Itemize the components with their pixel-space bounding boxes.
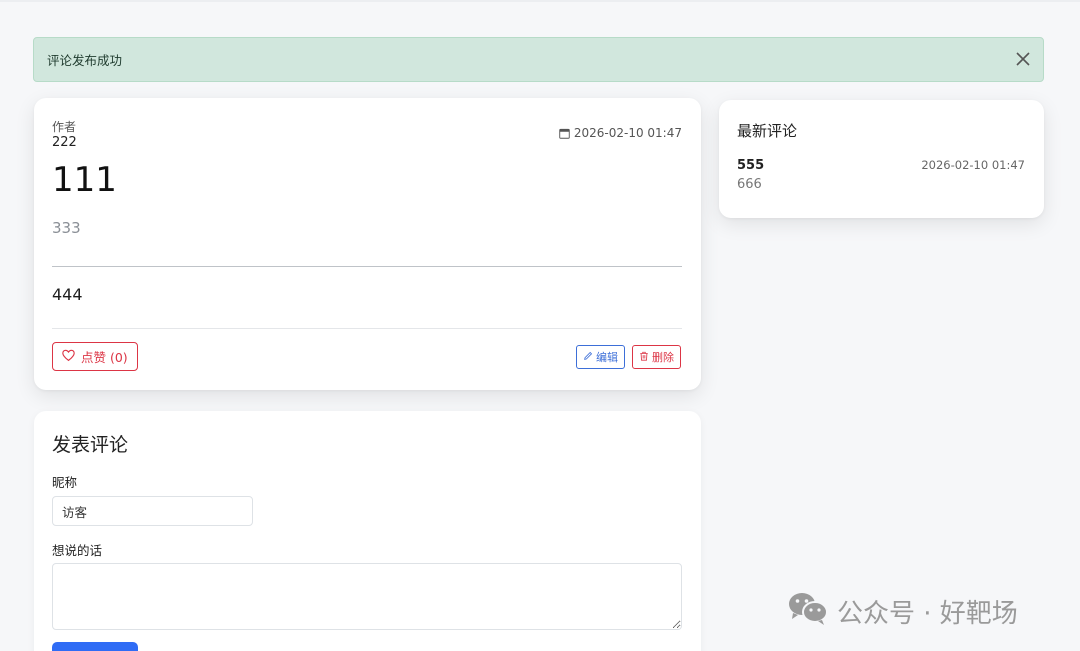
watermark: 公众号 · 好靶场: [787, 590, 1018, 633]
divider: [52, 328, 682, 329]
post-date: 2026-02-10 01:47: [559, 126, 682, 140]
comment-content: 666: [737, 177, 762, 192]
wechat-icon: [787, 590, 829, 633]
nickname-label: 昵称: [52, 475, 78, 490]
edit-label: 编辑: [596, 351, 618, 364]
like-label: 点赞 (0): [81, 350, 128, 365]
alert-message: 评论发布成功: [47, 53, 123, 68]
nickname-input[interactable]: [52, 496, 253, 526]
top-border: [0, 0, 1080, 2]
message-textarea[interactable]: [52, 563, 682, 630]
comment-date: 2026-02-10 01:47: [921, 158, 1025, 172]
trash-icon: [639, 351, 649, 364]
delete-label: 删除: [652, 351, 674, 364]
submit-button[interactable]: [52, 642, 138, 651]
latest-comments-card: 最新评论 555 2026-02-10 01:47 666: [719, 100, 1044, 218]
author-value: 222: [52, 135, 77, 150]
close-icon[interactable]: [1015, 51, 1031, 67]
watermark-text: 公众号 · 好靶场: [837, 599, 1018, 629]
comment-author: 555: [737, 158, 765, 173]
post-title: 111: [52, 160, 117, 200]
post-subtitle: 333: [52, 219, 81, 237]
calendar-icon: [559, 128, 570, 139]
comment-form-title: 发表评论: [52, 434, 129, 456]
edit-button[interactable]: 编辑: [576, 345, 625, 369]
latest-comments-title: 最新评论: [737, 122, 798, 140]
delete-button[interactable]: 删除: [632, 345, 681, 369]
author-label: 作者: [52, 120, 77, 134]
divider: [52, 266, 682, 267]
message-label: 想说的话: [52, 543, 103, 558]
post-date-text: 2026-02-10 01:47: [573, 126, 682, 140]
comment-form-card: 发表评论 昵称 想说的话: [34, 411, 701, 651]
success-alert: 评论发布成功: [33, 37, 1044, 82]
heart-icon: [62, 349, 75, 365]
post-card: 作者 222 2026-02-10 01:47 111 333 444 点赞 (…: [34, 98, 701, 390]
like-button[interactable]: 点赞 (0): [52, 342, 138, 371]
pencil-icon: [583, 351, 593, 364]
post-body: 444: [52, 285, 83, 304]
